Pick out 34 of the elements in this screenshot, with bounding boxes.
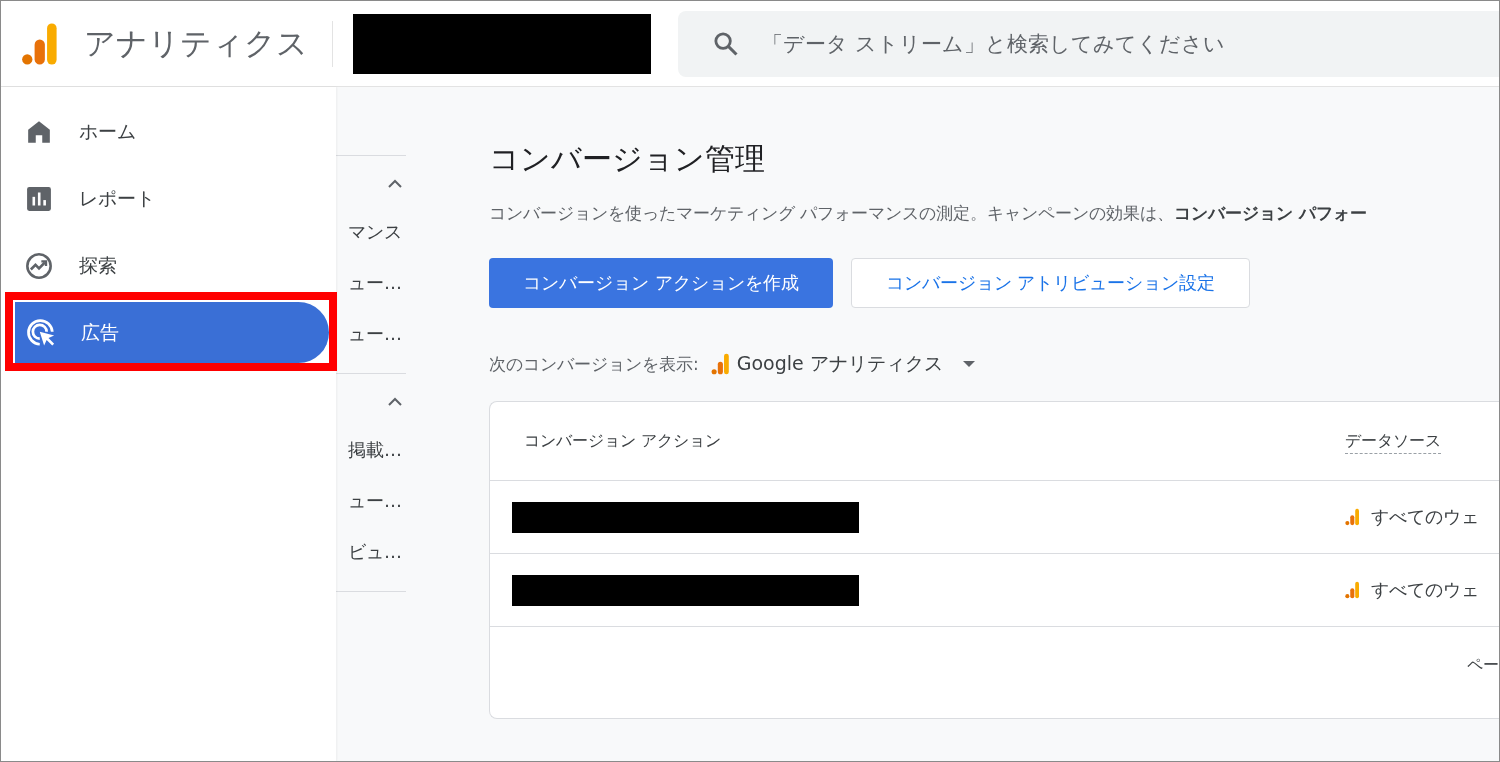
nav-item[interactable]: 広告 <box>15 302 329 363</box>
product-name: アナリティクス <box>84 23 308 63</box>
filter-label: 次のコンバージョンを表示: <box>489 352 699 376</box>
nav-link[interactable]: マンス <box>336 206 406 257</box>
column-header: コンバージョン アクション <box>523 430 723 452</box>
create-button[interactable]: コンバージョン アクションを作成 <box>489 258 833 308</box>
analytics-logo-icon <box>1345 508 1359 526</box>
home-icon <box>26 119 52 145</box>
analytics-logo-icon <box>1345 581 1359 599</box>
page-description: コンバージョンを使ったマーケティング パフォーマンスの測定。キャンペーンの効果は、コンバージョン パフォー <box>489 202 1369 225</box>
nav-item[interactable]: ホーム <box>1 107 336 157</box>
page-title: コンバージョン管理 <box>489 140 766 178</box>
nav-link[interactable]: ビュ… <box>336 526 406 577</box>
settings-button[interactable]: コンバージョン アトリビューション設定 <box>850 258 1251 308</box>
table-cell: すべてのウェ <box>1371 505 1479 529</box>
nav-link[interactable]: ュー… <box>336 257 406 308</box>
nav-link[interactable]: 掲載… <box>336 424 406 475</box>
chevron-up-icon[interactable] <box>387 396 403 406</box>
target-cursor-icon <box>26 317 56 348</box>
trend-chart-icon <box>25 252 53 280</box>
nav-link[interactable]: ュー… <box>336 308 406 359</box>
search-field[interactable]: 「データ ストリーム」と検索してみてください <box>678 10 1499 77</box>
chevron-up-icon[interactable] <box>387 178 403 188</box>
table-cell: すべてのウェ <box>1371 578 1479 602</box>
nav-item[interactable]: レポート <box>1 174 336 224</box>
analytics-logo-icon <box>710 353 729 375</box>
bar-chart-icon <box>26 186 52 212</box>
analytics-logo-icon <box>20 21 58 66</box>
nav-item[interactable]: 探索 <box>1 241 336 291</box>
source-dropdown[interactable]: Google アナリティクス <box>710 351 975 377</box>
nav-link[interactable]: ュー… <box>336 475 406 526</box>
dropdown-caret-icon <box>962 361 975 367</box>
column-header: データソース <box>1345 430 1441 454</box>
pagination-text: ペー <box>1467 655 1499 674</box>
